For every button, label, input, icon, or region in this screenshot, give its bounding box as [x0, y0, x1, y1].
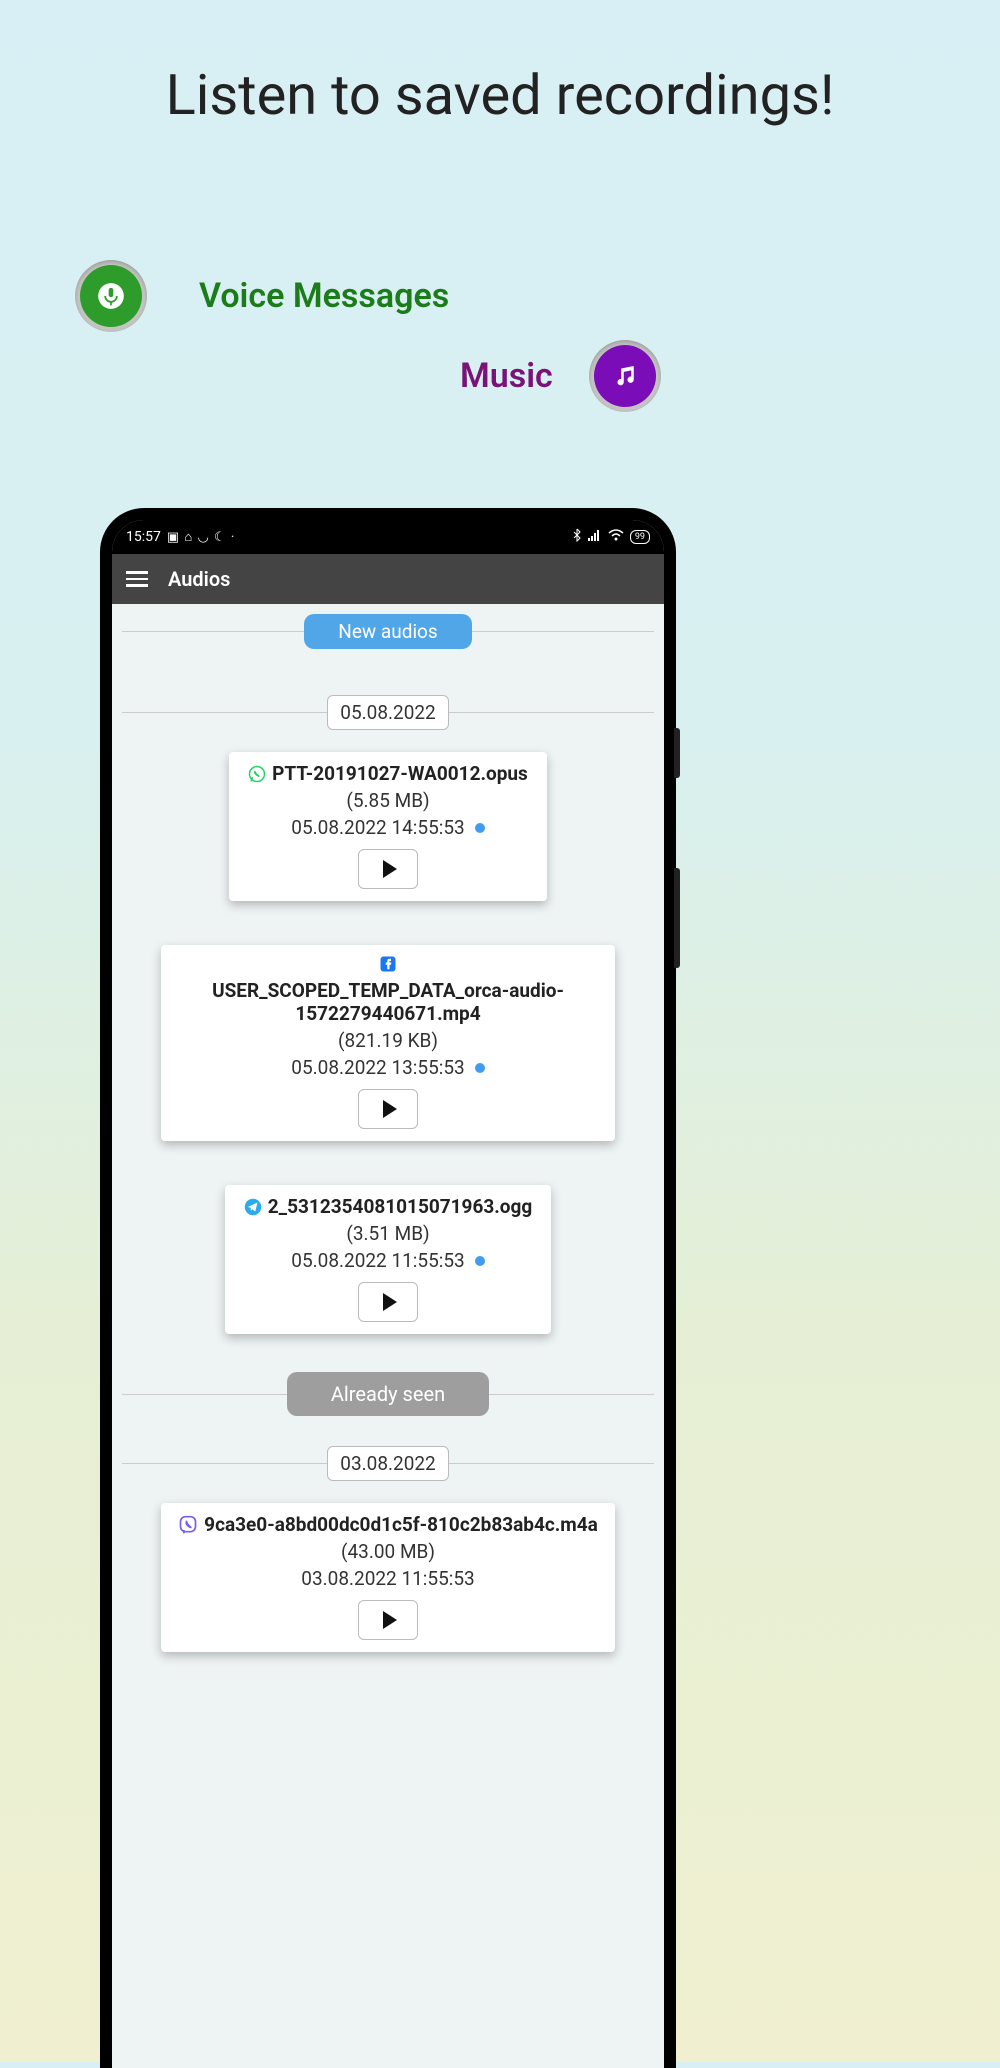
whatsapp-icon: [248, 765, 266, 783]
viber-icon: [178, 1515, 198, 1535]
audio-card[interactable]: 9ca3e0-a8bd00dc0d1c5f-810c2b83ab4c.m4a (…: [161, 1503, 615, 1652]
microphone-icon: [75, 260, 147, 332]
play-button[interactable]: [358, 849, 418, 889]
audio-timestamp: 05.08.2022 11:55:53: [291, 1249, 464, 1272]
feature-voice-row: Voice Messages: [75, 260, 449, 332]
music-note-icon: [589, 340, 661, 412]
audio-size: (3.51 MB): [237, 1222, 539, 1245]
new-audios-pill[interactable]: New audios: [304, 614, 471, 649]
voice-messages-label: Voice Messages: [199, 276, 449, 316]
audio-size: (5.85 MB): [241, 789, 535, 812]
phone-side-button: [674, 728, 680, 778]
audio-filename: 9ca3e0-a8bd00dc0d1c5f-810c2b83ab4c.m4a: [204, 1513, 598, 1536]
content-area: New audios 05.08.2022 PTT-20191027-WA001…: [112, 614, 664, 1652]
hero-title: Listen to saved recordings!: [0, 62, 1000, 128]
app-bar: Audios: [112, 554, 664, 604]
feature-music-row: Music: [460, 340, 661, 412]
play-button[interactable]: [358, 1089, 418, 1129]
unread-dot-icon: [475, 1063, 485, 1073]
app-bar-title: Audios: [168, 567, 230, 591]
battery-indicator: 99: [630, 530, 650, 544]
date-divider: 03.08.2022: [122, 1446, 654, 1481]
audio-size: (821.19 KB): [173, 1029, 603, 1052]
date-chip: 05.08.2022: [327, 695, 448, 730]
signal-icon: [588, 529, 602, 545]
play-button[interactable]: [358, 1600, 418, 1640]
facebook-icon: [379, 955, 397, 973]
unread-dot-icon: [475, 823, 485, 833]
section-already-seen: Already seen: [122, 1372, 654, 1416]
menu-icon[interactable]: [126, 571, 148, 587]
audio-card[interactable]: USER_SCOPED_TEMP_DATA_orca-audio-1572279…: [161, 945, 615, 1141]
audio-card[interactable]: 2_5312354081015071963.ogg (3.51 MB) 05.0…: [225, 1185, 551, 1334]
date-chip: 03.08.2022: [327, 1446, 448, 1481]
status-notification-icons: ▣ ⌂ ◡ ☾ ·: [167, 529, 235, 545]
audio-timestamp: 05.08.2022 14:55:53: [291, 816, 464, 839]
play-icon: [383, 1100, 397, 1118]
status-bar: 15:57 ▣ ⌂ ◡ ☾ · 99: [112, 520, 664, 554]
play-icon: [383, 1293, 397, 1311]
unread-dot-icon: [475, 1256, 485, 1266]
bluetooth-icon: [572, 528, 582, 546]
phone-screen: 15:57 ▣ ⌂ ◡ ☾ · 99 Audios: [112, 520, 664, 2068]
section-new-audios: New audios: [122, 614, 654, 649]
audio-timestamp: 03.08.2022 11:55:53: [301, 1567, 474, 1590]
audio-filename: USER_SCOPED_TEMP_DATA_orca-audio-1572279…: [173, 979, 603, 1025]
date-divider: 05.08.2022: [122, 695, 654, 730]
play-icon: [383, 1611, 397, 1629]
audio-timestamp: 05.08.2022 13:55:53: [291, 1056, 464, 1079]
music-label: Music: [460, 356, 553, 396]
audio-card[interactable]: PTT-20191027-WA0012.opus (5.85 MB) 05.08…: [229, 752, 547, 901]
audio-filename: 2_5312354081015071963.ogg: [268, 1195, 532, 1218]
wifi-icon: [608, 529, 624, 545]
phone-side-button: [674, 868, 680, 968]
play-icon: [383, 860, 397, 878]
audio-filename: PTT-20191027-WA0012.opus: [272, 762, 528, 785]
audio-size: (43.00 MB): [173, 1540, 603, 1563]
play-button[interactable]: [358, 1282, 418, 1322]
status-time: 15:57: [126, 529, 161, 545]
already-seen-pill[interactable]: Already seen: [287, 1372, 489, 1416]
phone-frame: 15:57 ▣ ⌂ ◡ ☾ · 99 Audios: [100, 508, 676, 2068]
telegram-icon: [244, 1198, 262, 1216]
